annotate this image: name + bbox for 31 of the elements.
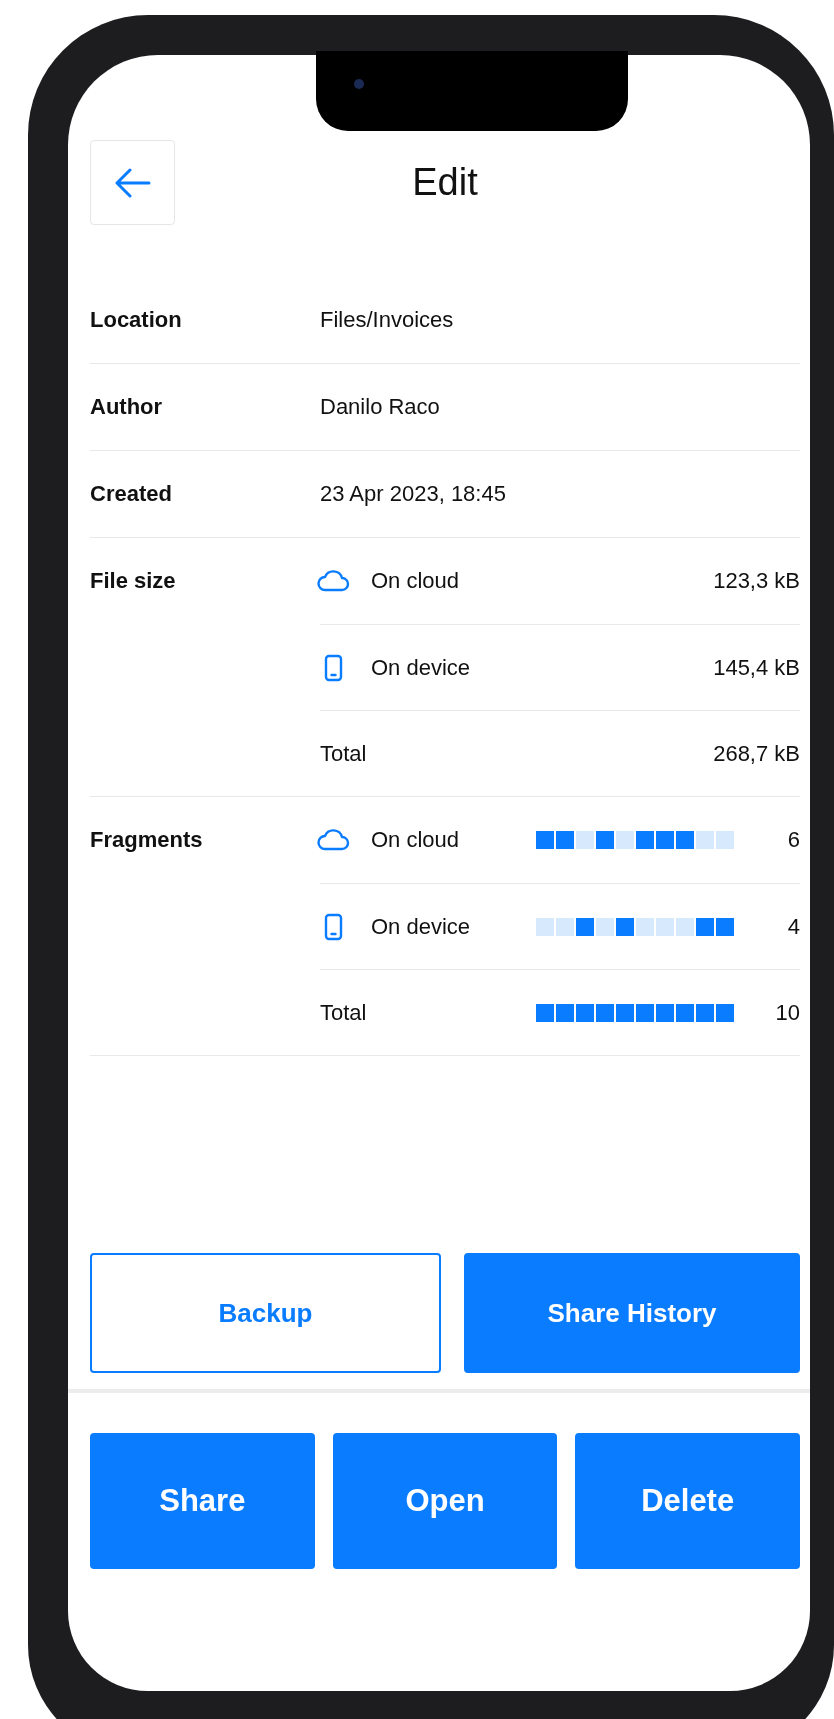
field-label: File size	[90, 567, 177, 595]
size-value: 145,4 kB	[713, 654, 800, 681]
field-value: Danilo Raco	[320, 394, 440, 420]
storage-label: On cloud	[371, 568, 461, 594]
storage-label: Total	[320, 740, 368, 767]
action-button[interactable]: Delete	[575, 1433, 800, 1569]
field-value: Files/Invoices	[320, 307, 454, 333]
fragment-count: 6	[786, 827, 800, 853]
storage-label: On device	[371, 913, 472, 940]
action-button[interactable]: Open	[332, 1433, 558, 1569]
action-button[interactable]: Share History	[464, 1253, 800, 1373]
back-arrow-icon	[114, 167, 151, 198]
camera-icon	[354, 79, 364, 89]
fragment-count: 4	[786, 913, 800, 940]
size-value: 268,7 kB	[713, 740, 800, 767]
storage-label: On cloud	[371, 827, 461, 853]
field-label: Location	[90, 306, 183, 334]
fragment-count: 10	[774, 999, 800, 1026]
field-label: Author	[90, 393, 164, 421]
field-label: Created	[90, 480, 173, 508]
page-title: Edit	[412, 161, 478, 204]
storage-label: On device	[371, 654, 472, 681]
storage-label: Total	[320, 999, 368, 1026]
field-value: 23 Apr 2023, 18:45	[320, 481, 506, 507]
action-button[interactable]: Share	[90, 1433, 315, 1569]
cloud-icon	[316, 828, 350, 852]
field-label: Fragments	[90, 826, 204, 854]
cloud-icon	[316, 569, 350, 593]
size-value: 123,3 kB	[713, 568, 800, 594]
back-button[interactable]	[90, 140, 175, 225]
action-button[interactable]: Backup	[90, 1253, 441, 1373]
